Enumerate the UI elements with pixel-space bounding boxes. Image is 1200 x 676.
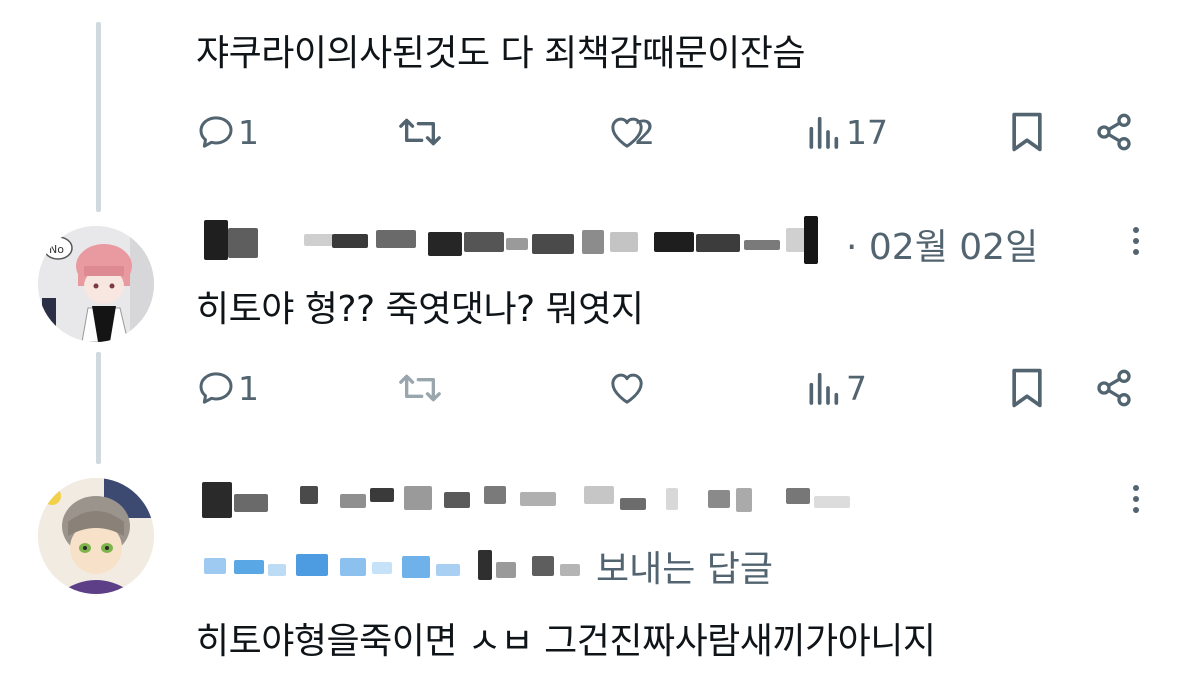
retweet-icon: [399, 118, 441, 146]
views-count: 17: [846, 112, 888, 152]
bookmark-icon: [1012, 112, 1042, 152]
views-count: 7: [846, 368, 867, 408]
avatar-illustration: No: [38, 226, 154, 342]
more-icon-dot: [1133, 496, 1139, 502]
username-blurred[interactable]: [196, 210, 826, 270]
retweet-button[interactable]: [396, 358, 446, 418]
username-blurred[interactable]: [196, 470, 856, 526]
like-button[interactable]: 2: [606, 102, 655, 162]
more-icon-dot: [1133, 485, 1139, 491]
share-button[interactable]: [1094, 358, 1134, 418]
more-icon-dot: [1133, 507, 1139, 513]
bookmark-icon: [1012, 368, 1042, 408]
like-button[interactable]: [606, 358, 650, 418]
more-icon-dot: [1133, 249, 1139, 255]
views-icon: [809, 372, 839, 405]
avatar-illustration: [38, 478, 154, 594]
reply-to-label: 보내는 답글: [596, 549, 774, 590]
reply-icon: [199, 116, 233, 148]
tweet-2-date[interactable]: · 02월 02일: [846, 218, 1038, 270]
reply-count: 1: [238, 112, 259, 152]
views-button[interactable]: 7: [806, 358, 867, 418]
more-button-1[interactable]: [1128, 222, 1144, 262]
reply-icon: [199, 372, 233, 404]
reply-count: 1: [238, 368, 259, 408]
retweet-button[interactable]: [396, 102, 446, 162]
bookmark-button[interactable]: [1008, 102, 1046, 162]
thread-line-middle: [96, 352, 101, 464]
more-icon-dot: [1133, 238, 1139, 244]
reply-button[interactable]: 1: [196, 358, 259, 418]
more-button-2[interactable]: [1128, 480, 1144, 520]
thread-line-top: [96, 22, 101, 212]
reply-button[interactable]: 1: [196, 102, 259, 162]
share-icon: [1097, 369, 1131, 407]
heart-icon: [611, 373, 643, 404]
views-icon: [809, 116, 839, 149]
bookmark-button[interactable]: [1008, 358, 1046, 418]
avatar[interactable]: [38, 478, 154, 594]
tweet-3-text: 히토야형을죽이면 ㅅㅂ 그건진짜사람새끼가아니지: [196, 621, 936, 662]
views-button[interactable]: 17: [806, 102, 888, 162]
reply-to-handle-blurred[interactable]: [196, 540, 596, 584]
tweet-1-text: 쟈쿠라이의사된것도 다 죄책감때문이잔슴: [196, 33, 806, 74]
like-count: 2: [634, 112, 655, 152]
more-icon-dot: [1133, 227, 1139, 233]
retweet-icon: [399, 374, 441, 402]
avatar[interactable]: No: [38, 226, 154, 342]
share-icon: [1097, 113, 1131, 151]
tweet-2-text: 히토야 형?? 죽엿댓나? 뭐엿지: [196, 289, 644, 330]
share-button[interactable]: [1094, 102, 1134, 162]
tweet-2-actions: 1 7: [196, 358, 1146, 418]
svg-text:No: No: [49, 243, 64, 256]
tweet-1-actions: 1 2 17: [196, 102, 1146, 162]
